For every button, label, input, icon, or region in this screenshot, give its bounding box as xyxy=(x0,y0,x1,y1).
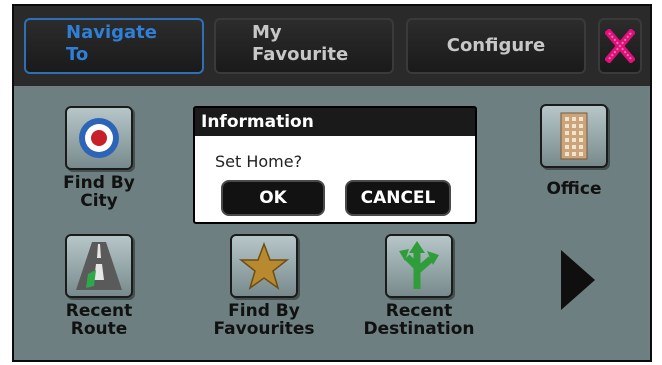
tab-navigate-to[interactable]: Navigate To xyxy=(24,18,204,74)
find-by-favourites-icon-box xyxy=(230,234,298,298)
dialog-message: Set Home? xyxy=(215,152,303,171)
cancel-button[interactable]: CANCEL xyxy=(345,180,451,216)
dialog-title: Information xyxy=(195,108,475,136)
find-by-favourites-item[interactable]: Find By Favourites xyxy=(199,234,329,338)
find-by-city-label: Find By City xyxy=(63,173,135,211)
close-x-icon xyxy=(605,29,635,63)
next-page-arrow-icon[interactable] xyxy=(561,250,595,310)
close-button[interactable] xyxy=(598,18,642,74)
find-by-favourites-label: Find By Favourites xyxy=(213,301,315,339)
road-icon xyxy=(76,242,122,290)
tab-bar: Navigate To My Favourite Configure xyxy=(14,6,650,86)
information-dialog: Information Set Home? OK CANCEL xyxy=(193,106,477,224)
office-building-icon xyxy=(560,112,588,160)
find-by-city-icon-box xyxy=(65,106,133,170)
recent-route-item[interactable]: Recent Route xyxy=(49,234,149,338)
recent-route-label: Recent Route xyxy=(65,301,133,339)
office-label: Office xyxy=(546,179,602,199)
target-icon xyxy=(79,118,119,158)
star-icon xyxy=(239,242,289,290)
recent-destination-icon-box xyxy=(385,234,453,298)
ok-button[interactable]: OK xyxy=(221,180,325,216)
split-arrows-icon xyxy=(399,241,439,289)
office-item[interactable]: Office xyxy=(529,104,619,198)
tab-configure[interactable]: Configure xyxy=(406,18,586,74)
find-by-city-item[interactable]: Find By City xyxy=(54,106,144,210)
tab-my-favourite[interactable]: My Favourite xyxy=(214,18,394,74)
recent-destination-item[interactable]: Recent Destination xyxy=(349,234,489,338)
recent-destination-label: Recent Destination xyxy=(363,301,475,339)
office-icon-box xyxy=(540,104,608,168)
recent-route-icon-box xyxy=(65,234,133,298)
